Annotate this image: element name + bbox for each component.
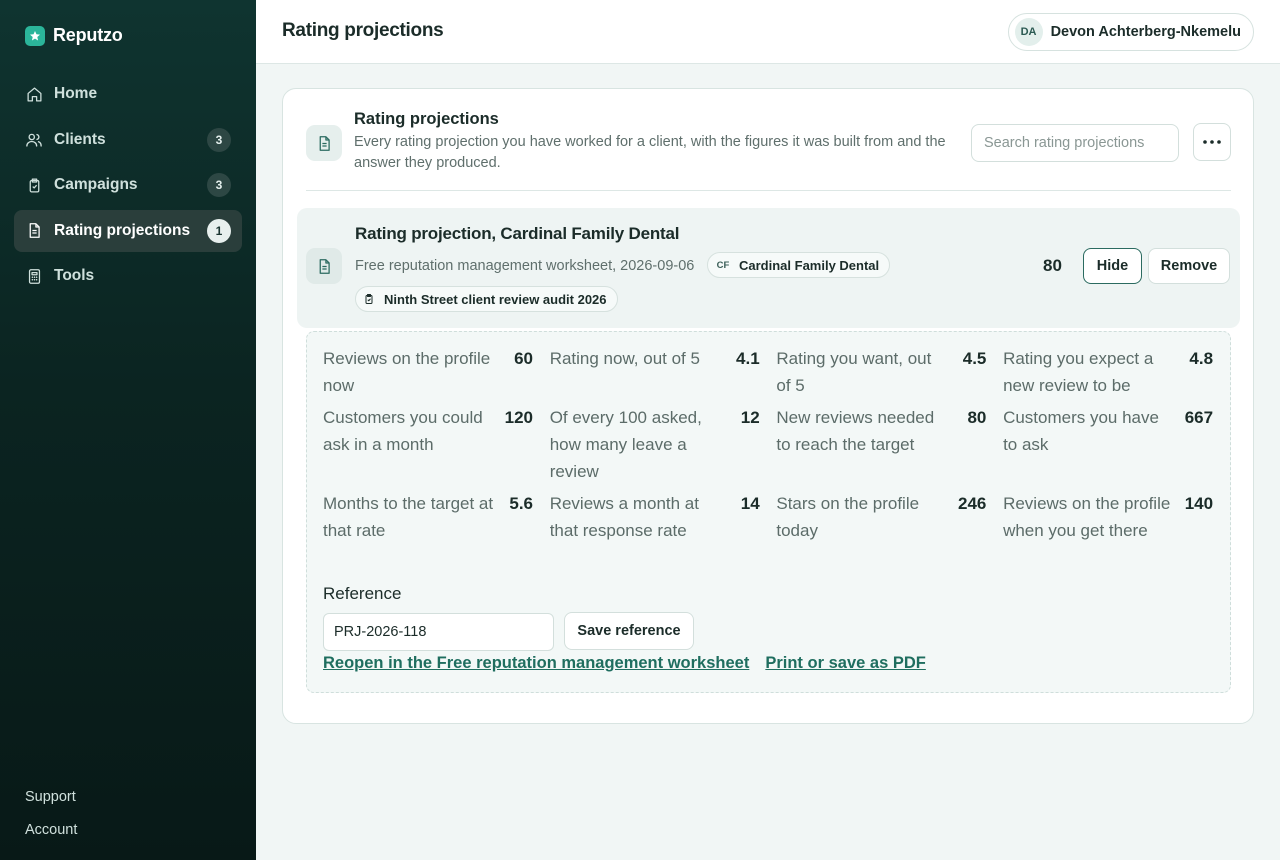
metric-label: Stars on the profile today <box>776 494 920 540</box>
user-name: Devon Achterberg-Nkemelu <box>1050 24 1241 40</box>
card-description: Every rating projection you have worked … <box>354 134 946 171</box>
page-title: Rating projections <box>282 20 444 41</box>
sidebar-item-label: Clients <box>54 130 106 148</box>
projection-row: Rating projection, Cardinal Family Denta… <box>297 208 1240 328</box>
divider <box>306 190 1231 191</box>
campaign-tag-label: Ninth Street client review audit 2026 <box>384 291 607 307</box>
metric-item: New reviews needed to reach the target 80 <box>776 404 986 485</box>
metric-item: Rating you expect a new review to be 4.8 <box>1003 345 1213 399</box>
metric-value: 12 <box>740 408 760 427</box>
sidebar-item-home[interactable]: Home <box>14 73 242 115</box>
metric-value: 246 <box>958 494 987 513</box>
metric-label: Customers you could ask in a month <box>323 408 483 454</box>
metric-value: 80 <box>967 408 987 427</box>
count-badge: 3 <box>207 173 231 197</box>
sidebar-footer: Support Account <box>25 772 77 838</box>
metric-label: Of every 100 asked, how many leave a rev… <box>549 408 702 481</box>
metric-value: 5.6 <box>509 494 533 513</box>
sidebar-item-rating-projections[interactable]: Rating projections 1 <box>14 209 242 252</box>
metric-value: 4.5 <box>962 349 987 368</box>
metric-item: Reviews on the profile now 60 <box>323 345 533 399</box>
sidebar-item-label: Campaigns <box>54 176 138 193</box>
count-badge: 1 <box>207 218 231 243</box>
metric-item: Stars on the profile today 246 <box>776 490 986 544</box>
campaign-tag[interactable]: Ninth Street client review audit 2026 <box>355 286 618 312</box>
metric-label: Rating you expect a new review to be <box>1003 349 1154 395</box>
client-initials: CF <box>716 259 730 271</box>
document-icon <box>25 222 43 240</box>
metric-value: 14 <box>740 494 760 513</box>
metric-value: 120 <box>504 408 533 427</box>
projection-subtitle: Free reputation management worksheet, 20… <box>355 258 695 274</box>
sidebar-item-tools[interactable]: Tools <box>14 255 242 297</box>
more-horizontal-icon <box>1203 140 1221 144</box>
users-icon <box>25 131 43 149</box>
search-input[interactable] <box>971 124 1179 162</box>
metric-item: Months to the target at that rate 5.6 <box>323 490 533 544</box>
metric-value: 4.1 <box>736 349 760 368</box>
projections-card: Rating projections Every rating projecti… <box>282 88 1254 724</box>
metric-label: New reviews needed to reach the target <box>776 408 935 454</box>
top-header: Rating projections DA Devon Achterberg-N… <box>256 0 1280 64</box>
support-link[interactable]: Support <box>25 789 77 805</box>
client-tag-label: Cardinal Family Dental <box>739 257 880 273</box>
remove-button[interactable]: Remove <box>1148 248 1230 284</box>
save-reference-button[interactable]: Save reference <box>564 612 694 650</box>
sidebar-item-campaigns[interactable]: Campaigns 3 <box>14 164 242 206</box>
metric-value: 667 <box>1184 408 1214 427</box>
sidebar-item-label: Rating projections <box>54 221 191 239</box>
metric-label: Months to the target at that rate <box>323 494 494 540</box>
metric-value: 4.8 <box>1189 349 1214 368</box>
metrics-grid: Reviews on the profile now 60 Rating now,… <box>323 345 1214 549</box>
metric-value: 60 <box>514 349 533 368</box>
reference-input[interactable] <box>323 613 554 651</box>
metric-item: Rating you want, out of 5 4.5 <box>776 345 986 399</box>
projection-title: Rating projection, Cardinal Family Denta… <box>355 224 680 243</box>
hide-button[interactable]: Hide <box>1083 248 1142 284</box>
metric-value: 140 <box>1184 494 1214 513</box>
action-links: Reopen in the Free reputation management… <box>323 654 926 673</box>
metric-item: Rating now, out of 5 4.1 <box>550 345 760 399</box>
metric-item: Reviews a month at that response rate 14 <box>550 490 760 544</box>
metric-item: Reviews on the profile when you get ther… <box>1003 490 1213 544</box>
calculator-icon <box>25 267 43 285</box>
avatar: DA <box>1014 18 1043 46</box>
metric-item: Customers you have to ask 667 <box>1003 404 1213 485</box>
metric-item: Of every 100 asked, how many leave a rev… <box>550 404 760 485</box>
client-tag[interactable]: CF Cardinal Family Dental <box>707 252 891 278</box>
user-menu[interactable]: DA Devon Achterberg-Nkemelu <box>1007 13 1254 51</box>
more-options-button[interactable] <box>1193 123 1231 161</box>
clipboard-icon <box>25 176 43 194</box>
brand[interactable]: Reputzo <box>25 25 123 46</box>
metric-label: Reviews on the profile now <box>323 349 491 395</box>
sidebar-item-label: Home <box>54 85 98 102</box>
home-icon <box>25 85 43 103</box>
metric-label: Reviews on the profile when you get ther… <box>1003 494 1171 540</box>
card-title: Rating projections <box>354 110 499 128</box>
count-badge: 3 <box>207 127 231 152</box>
metric-label: Rating now, out of 5 <box>549 349 700 368</box>
reopen-worksheet-link[interactable]: Reopen in the Free reputation management… <box>323 654 749 673</box>
clipboard-icon <box>361 291 377 307</box>
metric-label: Customers you have to ask <box>1003 408 1159 454</box>
projection-details: Reviews on the profile now 60 Rating now,… <box>306 331 1231 693</box>
account-link[interactable]: Account <box>25 822 77 838</box>
metric-label: Reviews a month at that response rate <box>549 494 699 540</box>
metric-item: Customers you could ask in a month 120 <box>323 404 533 485</box>
sidebar: Reputzo Home Clients 3 Campaigns 3 Ratin… <box>0 0 256 860</box>
metric-label: Rating you want, out of 5 <box>776 349 932 395</box>
sidebar-item-clients[interactable]: Clients 3 <box>14 119 242 161</box>
brand-name: Reputzo <box>53 25 123 45</box>
projection-count: 80 <box>1043 256 1062 275</box>
document-icon <box>306 125 342 161</box>
print-pdf-link[interactable]: Print or save as PDF <box>765 654 925 673</box>
sidebar-nav: Home Clients 3 Campaigns 3 Rating projec… <box>14 73 242 301</box>
document-icon <box>306 248 342 284</box>
star-logo-icon <box>25 25 45 46</box>
sidebar-item-label: Tools <box>54 267 95 284</box>
reference-label: Reference <box>323 584 402 603</box>
